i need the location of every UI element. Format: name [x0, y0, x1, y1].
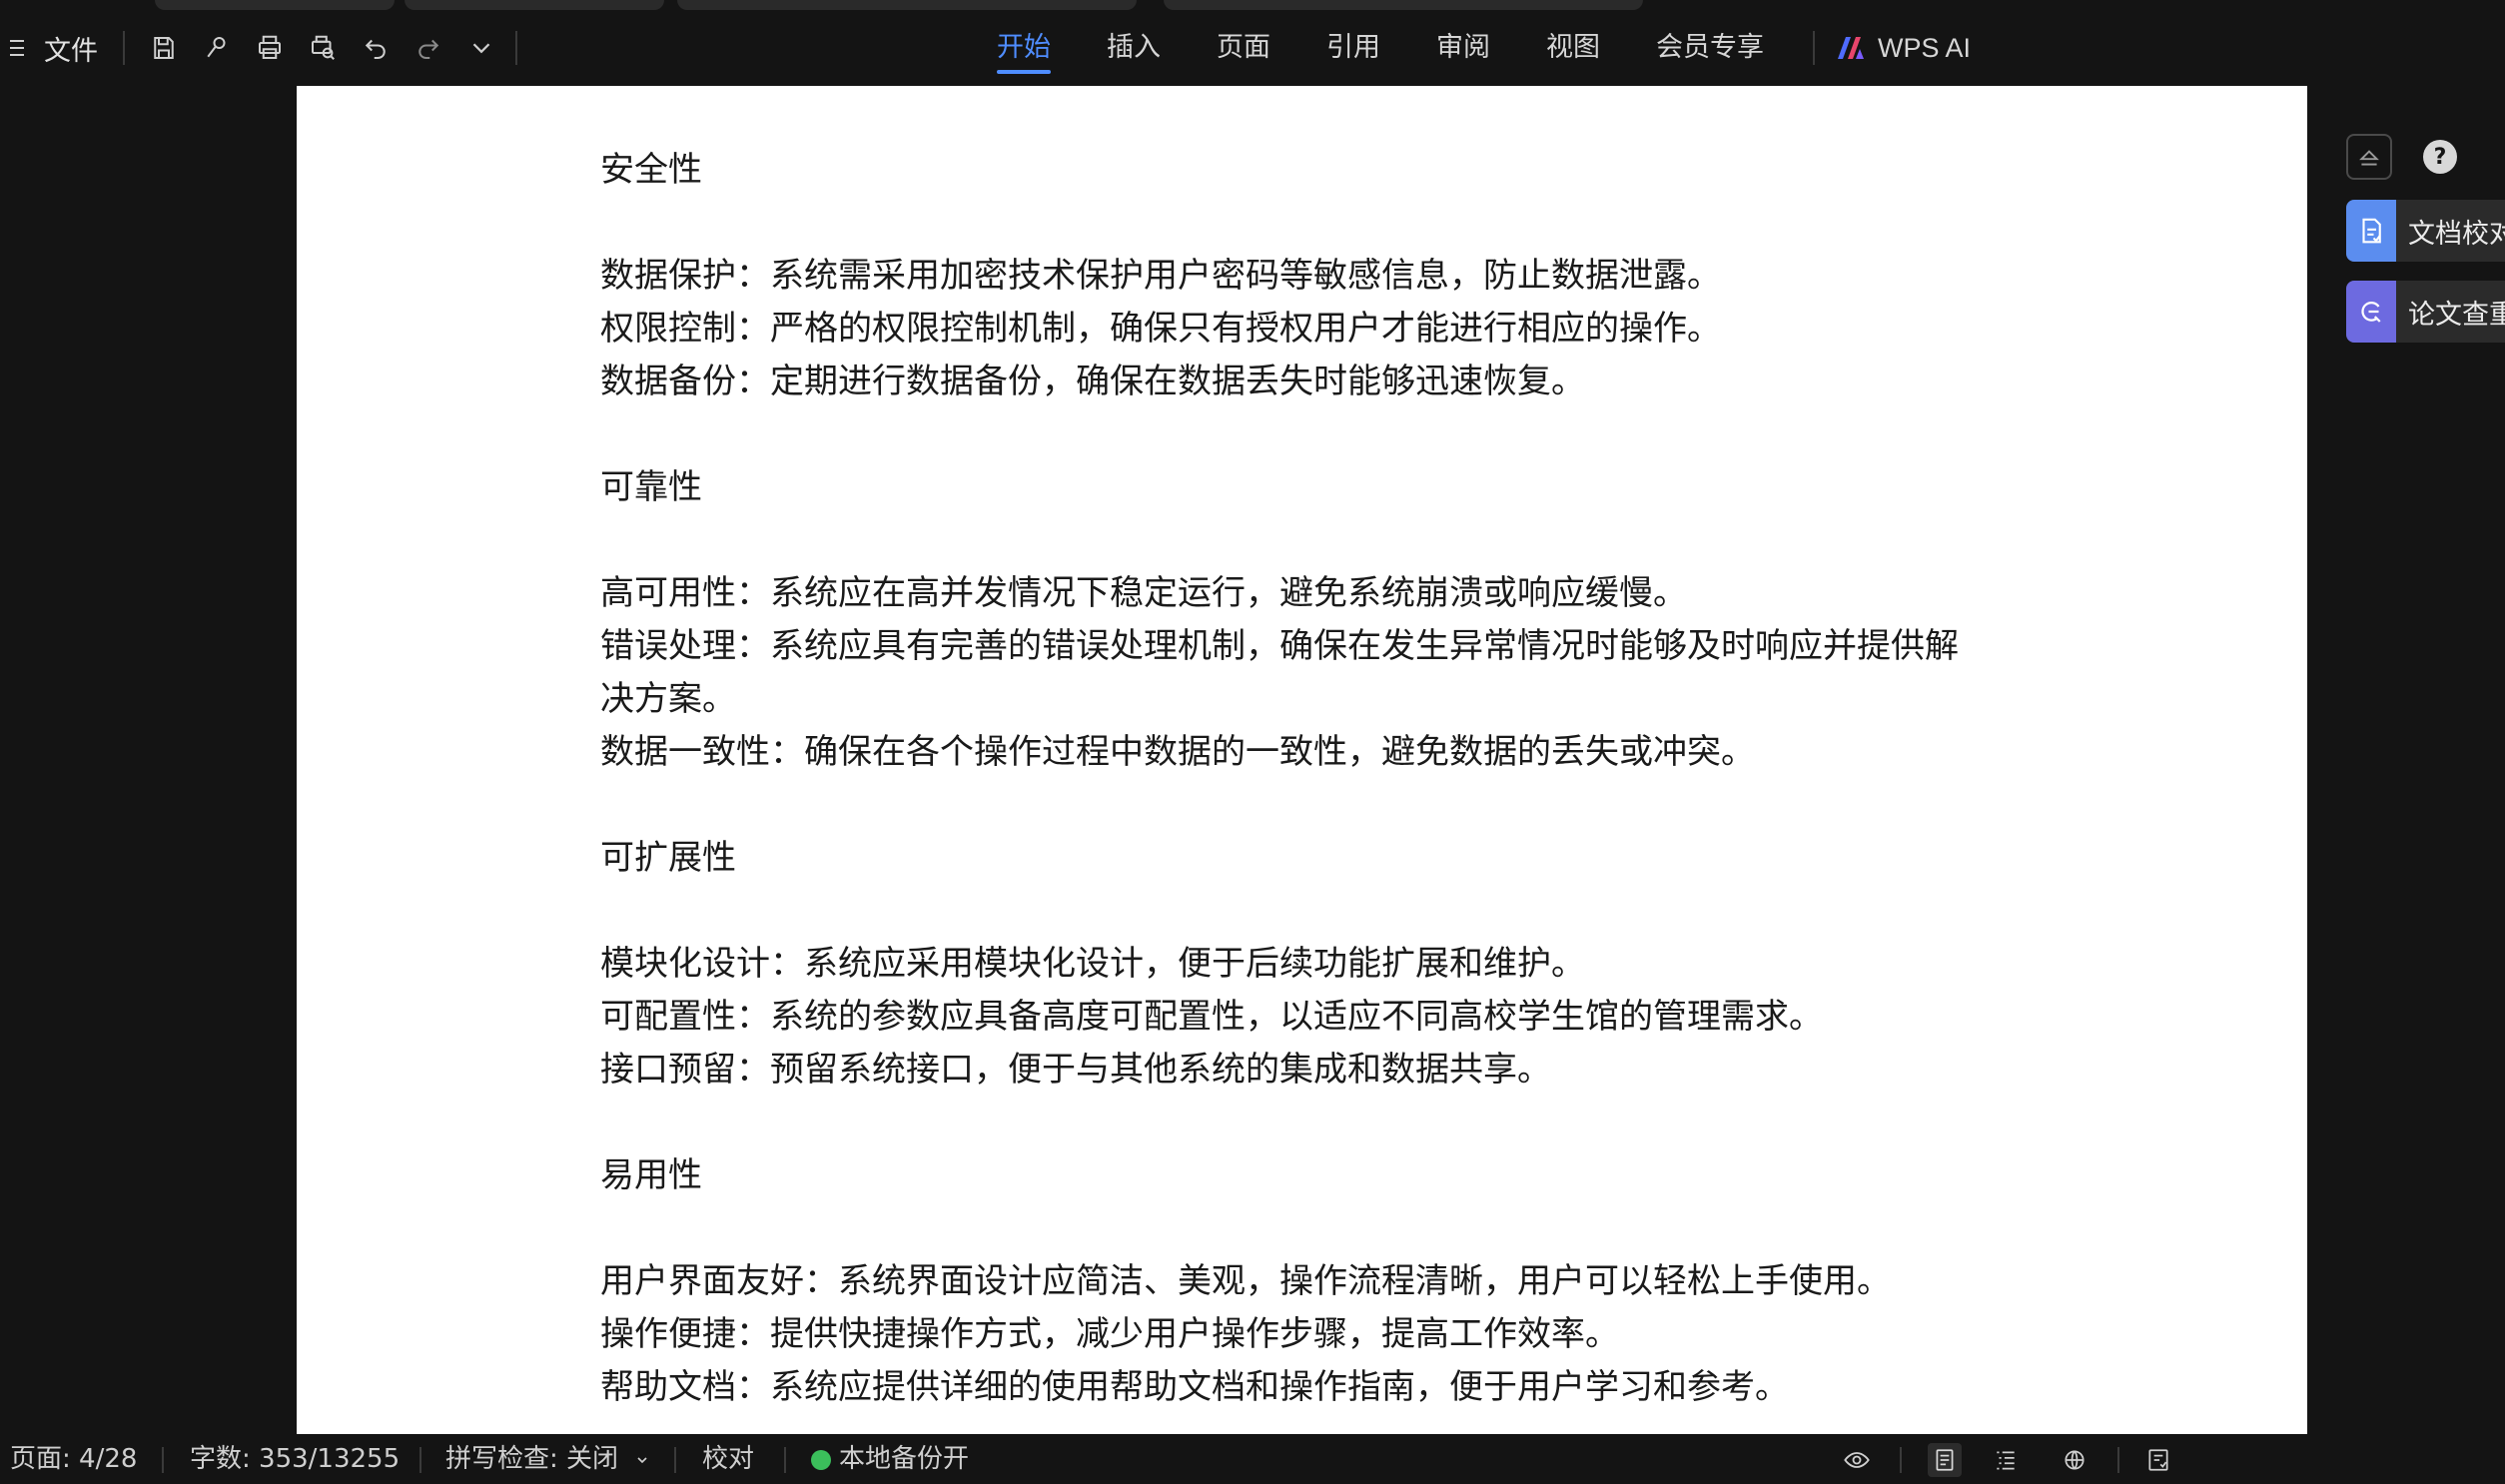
eye-protection-icon[interactable] [1840, 1443, 1874, 1477]
blank-line[interactable] [600, 408, 2019, 461]
undo-icon[interactable] [358, 30, 394, 66]
proofread-status-button[interactable]: 校对 [702, 1434, 754, 1484]
paragraph-line[interactable]: 可配置性：系统的参数应具备高度可配置性，以适应不同高校学生馆的管理需求。 [600, 991, 2019, 1044]
spell-check-toggle[interactable]: 拼写检查: 关闭 [445, 1434, 650, 1484]
paragraph-line[interactable]: 错误处理：系统应具有完善的错误处理机制，确保在发生异常情况时能够及时响应并提供解 [600, 620, 2019, 673]
local-backup-status[interactable]: 本地备份开 [811, 1434, 969, 1484]
spell-check-label: 拼写检查: 关闭 [445, 1444, 619, 1474]
blank-line[interactable] [600, 885, 2019, 938]
proofread-icon [2346, 200, 2396, 262]
document-body[interactable]: 安全性数据保护：系统需采用加密技术保护用户密码等敏感信息，防止数据泄露。 权限控制… [600, 144, 2019, 1414]
toolbar-divider [123, 31, 125, 65]
ribbon-tabs: 开始 插入 页面 引用 审阅 视图 会员专享 [969, 26, 1792, 76]
status-divider [674, 1447, 676, 1473]
title-toolbar: 文件 开始 插入 页面 引用 审阅 视图 会员专享 WPS AI [0, 0, 2505, 86]
toolbar-divider [1813, 31, 1815, 65]
paragraph-line[interactable]: 高可用性：系统应在高并发情况下稳定运行，避免系统崩溃或响应缓慢。 [600, 567, 2019, 620]
blank-line[interactable] [600, 197, 2019, 250]
status-divider [419, 1447, 421, 1473]
reading-mode-icon[interactable] [2141, 1443, 2175, 1477]
word-count[interactable]: 字数: 353/13255 [190, 1434, 400, 1484]
wps-ai-button[interactable]: WPS AI [1836, 26, 1971, 70]
paragraph-line[interactable]: 用户界面友好：系统界面设计应简洁、美观，操作流程清晰，用户可以轻松上手使用。 [600, 1255, 2019, 1308]
paragraph-line[interactable]: 易用性 [600, 1149, 2019, 1202]
print-preview-icon[interactable] [305, 30, 341, 66]
paragraph-line[interactable]: 帮助文档：系统应提供详细的使用帮助文档和操作指南，便于用户学习和参考。 [600, 1361, 2019, 1414]
window-tab-4[interactable] [1164, 0, 1643, 10]
status-divider [1900, 1447, 1902, 1473]
page-view-icon[interactable] [1928, 1443, 1962, 1477]
blank-line[interactable] [600, 1202, 2019, 1255]
plagiarism-check-label: 论文查重 [2408, 299, 2505, 331]
tab-references[interactable]: 引用 [1298, 26, 1408, 76]
chevron-down-icon [637, 1457, 647, 1464]
paragraph-line[interactable]: 决方案。 [600, 673, 2019, 726]
tab-view[interactable]: 视图 [1518, 26, 1628, 76]
more-chevron-down-icon[interactable] [463, 30, 499, 66]
status-divider [2117, 1447, 2119, 1473]
print-icon[interactable] [252, 30, 288, 66]
page-indicator[interactable]: 页面: 4/28 [10, 1434, 137, 1484]
blank-line[interactable] [600, 514, 2019, 567]
blank-line[interactable] [600, 779, 2019, 832]
status-divider [162, 1447, 164, 1473]
paragraph-line[interactable]: 可靠性 [600, 461, 2019, 514]
tab-review[interactable]: 审阅 [1408, 26, 1518, 76]
eject-icon [2359, 150, 2379, 166]
save-icon[interactable] [146, 30, 182, 66]
paragraph-line[interactable]: 操作便捷：提供快捷操作方式，减少用户操作步骤，提高工作效率。 [600, 1308, 2019, 1361]
window-tab-2[interactable] [405, 0, 664, 10]
file-menu-button[interactable]: 文件 [10, 28, 98, 68]
collapse-panel-button[interactable] [2346, 134, 2392, 180]
tab-insert[interactable]: 插入 [1079, 26, 1189, 76]
hamburger-icon [10, 38, 30, 58]
blank-line[interactable] [600, 1097, 2019, 1149]
paragraph-line[interactable]: 权限控制：严格的权限控制机制，确保只有授权用户才能进行相应的操作。 [600, 303, 2019, 356]
status-divider [784, 1447, 786, 1473]
web-view-icon[interactable] [2058, 1443, 2091, 1477]
paragraph-line[interactable]: 数据一致性：确保在各个操作过程中数据的一致性，避免数据的丢失或冲突。 [600, 726, 2019, 779]
tab-page[interactable]: 页面 [1189, 26, 1298, 76]
plagiarism-check-icon [2346, 281, 2396, 343]
window-tab-1[interactable] [155, 0, 395, 10]
plagiarism-check-button[interactable]: 论文查重 [2346, 281, 2505, 343]
help-icon[interactable]: ? [2423, 140, 2457, 174]
outline-view-icon[interactable] [1989, 1443, 2023, 1477]
paragraph-line[interactable]: 数据备份：定期进行数据备份，确保在数据丢失时能够迅速恢复。 [600, 356, 2019, 408]
tab-member[interactable]: 会员专享 [1628, 26, 1792, 76]
format-painter-icon[interactable] [199, 30, 235, 66]
paragraph-line[interactable]: 数据保护：系统需采用加密技术保护用户密码等敏感信息，防止数据泄露。 [600, 250, 2019, 303]
wps-ai-label: WPS AI [1878, 32, 1972, 63]
document-page[interactable]: 安全性数据保护：系统需采用加密技术保护用户密码等敏感信息，防止数据泄露。 权限控制… [297, 86, 2307, 1434]
window-tab-3[interactable] [677, 0, 1137, 10]
doc-proofread-button[interactable]: 文档校对 [2346, 200, 2505, 262]
toolbar-divider [515, 31, 517, 65]
paragraph-line[interactable]: 接口预留：预留系统接口，便于与其他系统的集成和数据共享。 [600, 1044, 2019, 1097]
local-backup-label: 本地备份开 [839, 1444, 970, 1474]
backup-status-dot-icon [811, 1450, 831, 1470]
wps-ai-logo-icon [1838, 37, 1864, 59]
quick-access-toolbar [146, 28, 499, 68]
tab-home[interactable]: 开始 [969, 26, 1079, 76]
paragraph-line[interactable]: 安全性 [600, 144, 2019, 197]
status-bar: 页面: 4/28 字数: 353/13255 拼写检查: 关闭 校对 本地备份开 [0, 1434, 2505, 1484]
file-menu-label: 文件 [44, 35, 98, 67]
paragraph-line[interactable]: 模块化设计：系统应采用模块化设计，便于后续功能扩展和维护。 [600, 938, 2019, 991]
paragraph-line[interactable]: 可扩展性 [600, 832, 2019, 885]
doc-proofread-label: 文档校对 [2408, 218, 2505, 250]
redo-icon[interactable] [411, 30, 446, 66]
